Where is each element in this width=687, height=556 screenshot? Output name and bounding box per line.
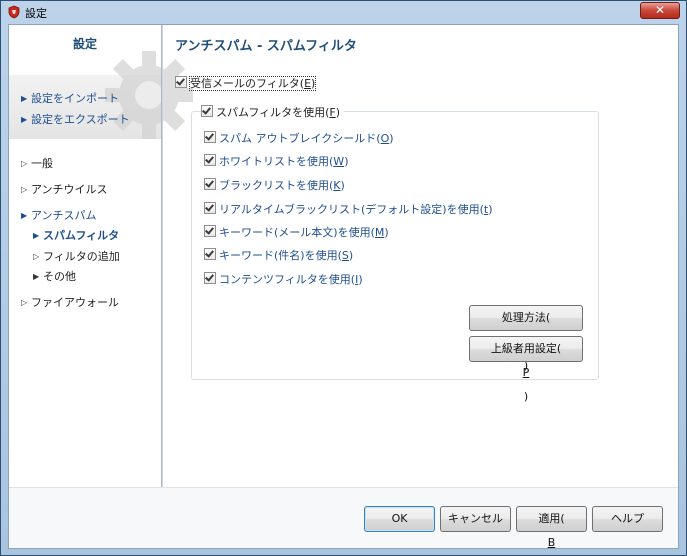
checkbox-checked-icon	[175, 76, 187, 88]
triangle-right-icon: ▶	[33, 272, 40, 281]
page-title: アンチスパム - スパムフィルタ	[175, 39, 357, 54]
checkbox-checked-icon	[201, 105, 213, 117]
cancel-button[interactable]: キャンセル	[440, 506, 511, 532]
sidebar: 設定 ▶ 設定をインポート ▶ 設定をエクスポート ▷ 一般 ▷ アンチウイルス ▶ アン…	[9, 25, 193, 487]
spam-outbreak-shield-checkbox[interactable]: スパム アウトブレイクシールド(O)	[204, 130, 394, 146]
checkbox-checked-icon	[204, 178, 216, 190]
checkbox-checked-icon	[204, 225, 216, 237]
use-realtime-blacklist-checkbox[interactable]: リアルタイムブラックリスト(デフォルト設定)を使用(t)	[204, 201, 493, 217]
triangle-right-icon: ▶	[33, 231, 40, 240]
sidebar-item-antivirus[interactable]: ▷ アンチウイルス	[21, 181, 108, 197]
triangle-right-outline-icon: ▷	[21, 185, 28, 194]
close-button[interactable]: ✕	[640, 2, 680, 19]
triangle-right-outline-icon: ▷	[21, 298, 28, 307]
checkbox-checked-icon	[204, 202, 216, 214]
use-content-filter-checkbox[interactable]: コンテンツフィルタを使用(I)	[204, 271, 363, 287]
triangle-right-icon: ▶	[21, 115, 28, 124]
sidebar-item-add-filter[interactable]: ▷ フィルタの追加	[33, 248, 120, 264]
checkbox-checked-icon	[204, 154, 216, 166]
checkbox-checked-icon	[204, 248, 216, 260]
triangle-right-icon: ▶	[21, 211, 28, 220]
sidebar-item-other[interactable]: ▶ その他	[33, 268, 76, 284]
advanced-settings-button[interactable]: 上級者用設定(P)	[469, 336, 583, 403]
checkbox-checked-icon	[204, 272, 216, 284]
dialog-client-area: 設定 ▶ 設定をインポート ▶ 設定をエクスポート ▷ 一般 ▷ アンチウイルス ▶ アン…	[8, 24, 679, 549]
settings-window: 設定 ✕ 設定 ▶ 設定をインポート ▶ 設定をエクスポート ▷ 一般 ▷ アン…	[0, 0, 687, 556]
triangle-right-icon: ▶	[21, 94, 28, 103]
checkbox-checked-icon	[204, 131, 216, 143]
sidebar-item-antispam[interactable]: ▶ アンチスパム	[21, 207, 97, 223]
use-whitelist-checkbox[interactable]: ホワイトリストを使用(W)	[204, 153, 348, 169]
action-method-button[interactable]: 処理方法(R)	[469, 305, 583, 372]
use-keyword-body-checkbox[interactable]: キーワード(メール本文)を使用(M)	[204, 224, 389, 240]
export-settings-link[interactable]: ▶ 設定をエクスポート	[21, 111, 130, 127]
sidebar-item-spam-filter[interactable]: ▶ スパムフィルタ	[33, 227, 119, 243]
triangle-right-outline-icon: ▷	[21, 159, 28, 168]
use-blacklist-checkbox[interactable]: ブラックリストを使用(K)	[204, 177, 345, 193]
sidebar-item-general[interactable]: ▷ 一般	[21, 155, 53, 171]
title-bar[interactable]: 設定 ✕	[1, 1, 686, 23]
window-title: 設定	[25, 7, 47, 20]
help-button[interactable]: ヘルプ	[592, 506, 663, 532]
shield-icon	[8, 5, 20, 19]
sidebar-divider	[161, 25, 163, 487]
import-settings-link[interactable]: ▶ 設定をインポート	[21, 90, 119, 106]
ok-button[interactable]: OK	[364, 506, 435, 532]
sidebar-title: 設定	[72, 37, 97, 51]
apply-button[interactable]: 適用(B)	[516, 506, 587, 548]
close-icon: ✕	[654, 3, 666, 17]
use-keyword-subject-checkbox[interactable]: キーワード(件名)を使用(S)	[204, 247, 353, 263]
filter-incoming-mail-checkbox[interactable]: 受信メールのフィルタ(E)	[175, 75, 317, 91]
sidebar-item-firewall[interactable]: ▷ ファイアウォール	[21, 294, 119, 310]
triangle-right-outline-icon: ▷	[33, 252, 40, 261]
use-spam-filter-checkbox[interactable]: スパムフィルタを使用(F)	[201, 104, 345, 120]
